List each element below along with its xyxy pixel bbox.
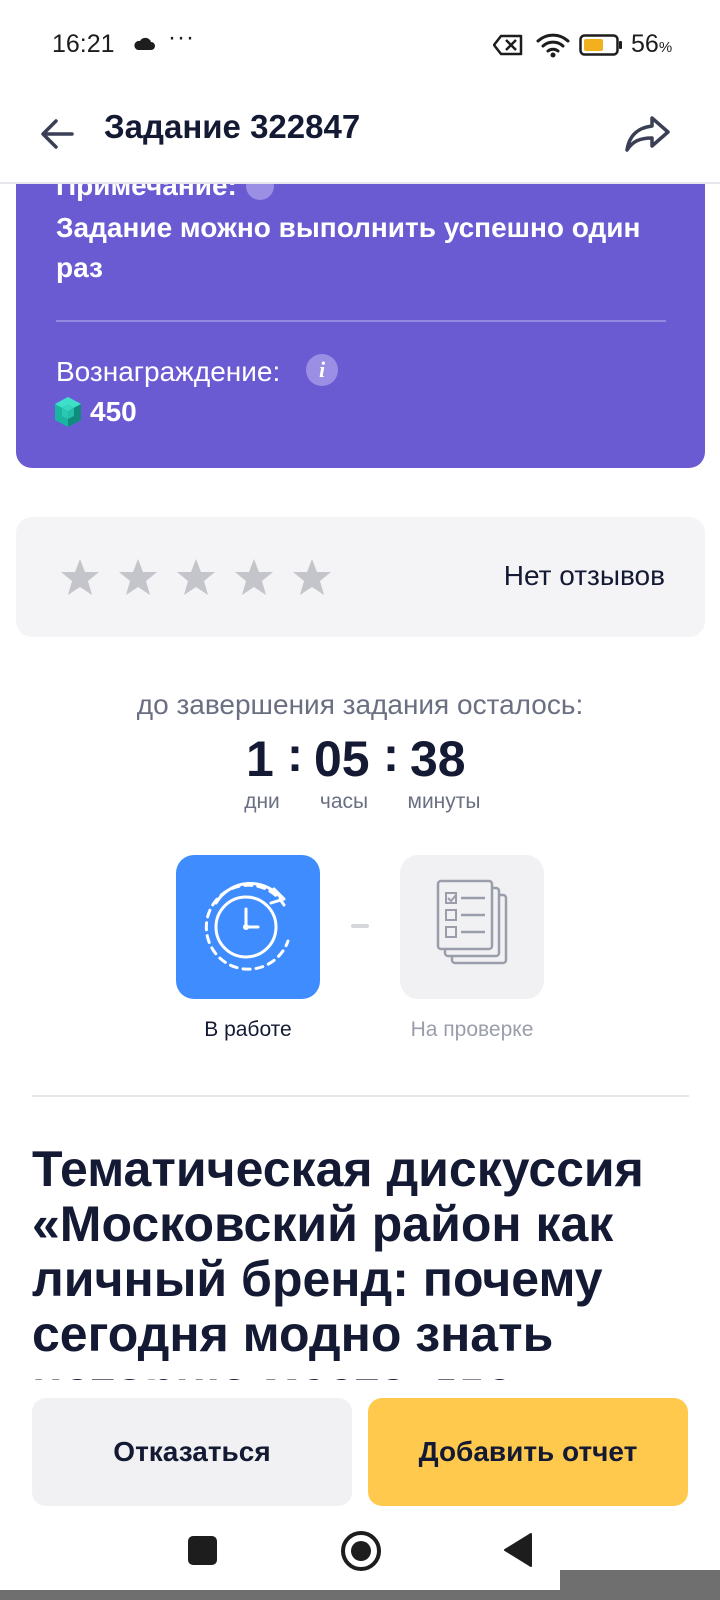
recent-apps-icon[interactable] [188,1536,217,1565]
gem-icon [55,397,81,427]
star-icon [177,559,215,595]
star-icon [235,559,273,595]
step-in-progress [176,855,320,999]
countdown-minutes: 38 [410,731,466,787]
no-reviews-text: Нет отзывов [503,560,665,591]
back-arrow-icon[interactable] [36,112,80,156]
app-bar: Задание 322847 [0,90,720,184]
more-notifications-icon: ··· [168,24,195,51]
nav-strip [0,1590,720,1600]
wifi-icon [536,33,570,58]
checklist-docs-icon [436,879,508,965]
step-connector [351,924,369,928]
reward-value: 450 [90,396,137,427]
home-icon[interactable] [340,1530,382,1572]
step-on-review [400,855,544,999]
add-report-button[interactable]: Добавить отчет [368,1398,688,1506]
status-bar: 16:21 ··· 56% [0,0,720,90]
step-on-review-label: На проверке [410,1018,534,1041]
step-in-progress-label: В работе [204,1018,292,1041]
countdown-caption: до завершения задания осталось: [136,689,584,720]
back-triangle-icon[interactable] [503,1532,533,1568]
cloud-icon [134,37,155,50]
card-divider [56,320,666,322]
countdown-separator: : [287,729,303,782]
reviews-card[interactable]: Нет отзывов [16,517,705,637]
star-icon [293,559,331,595]
countdown-days: 1 [246,731,274,787]
section-divider [32,1095,689,1097]
star-icon [119,559,157,595]
system-nav-bar [0,1510,720,1600]
reward-info-icon[interactable]: i [306,354,338,386]
bottom-action-bar: Отказаться Добавить отчет [0,1380,720,1510]
battery-level: 56% [631,30,673,58]
note-text: Задание можно выполнить успешно один раз [56,212,641,283]
countdown-timer: 1 : 05 : 38 [0,729,720,790]
star-icon [61,559,99,595]
status-time: 16:21 [52,30,115,58]
battery-icon [579,34,622,56]
hours-label: часы [319,790,369,813]
decline-button[interactable]: Отказаться [32,1398,352,1506]
page-title: Задание 322847 [104,108,361,145]
countdown-separator: : [383,729,399,782]
reward-label: Вознаграждение: [56,356,281,387]
task-title: Тематическая дискуссия «Московский район… [32,1142,644,1380]
rating-stars [60,557,332,597]
task-screen: 16:21 ··· 56% Примечание: Задание можно … [0,0,720,1600]
share-icon[interactable] [622,108,674,160]
clock-refresh-icon [204,881,290,971]
no-sim-icon [493,34,523,56]
minutes-label: минуты [407,790,481,813]
countdown-hours: 05 [314,731,370,787]
task-info-card: Примечание: Задание можно выполнить успе… [16,150,705,468]
